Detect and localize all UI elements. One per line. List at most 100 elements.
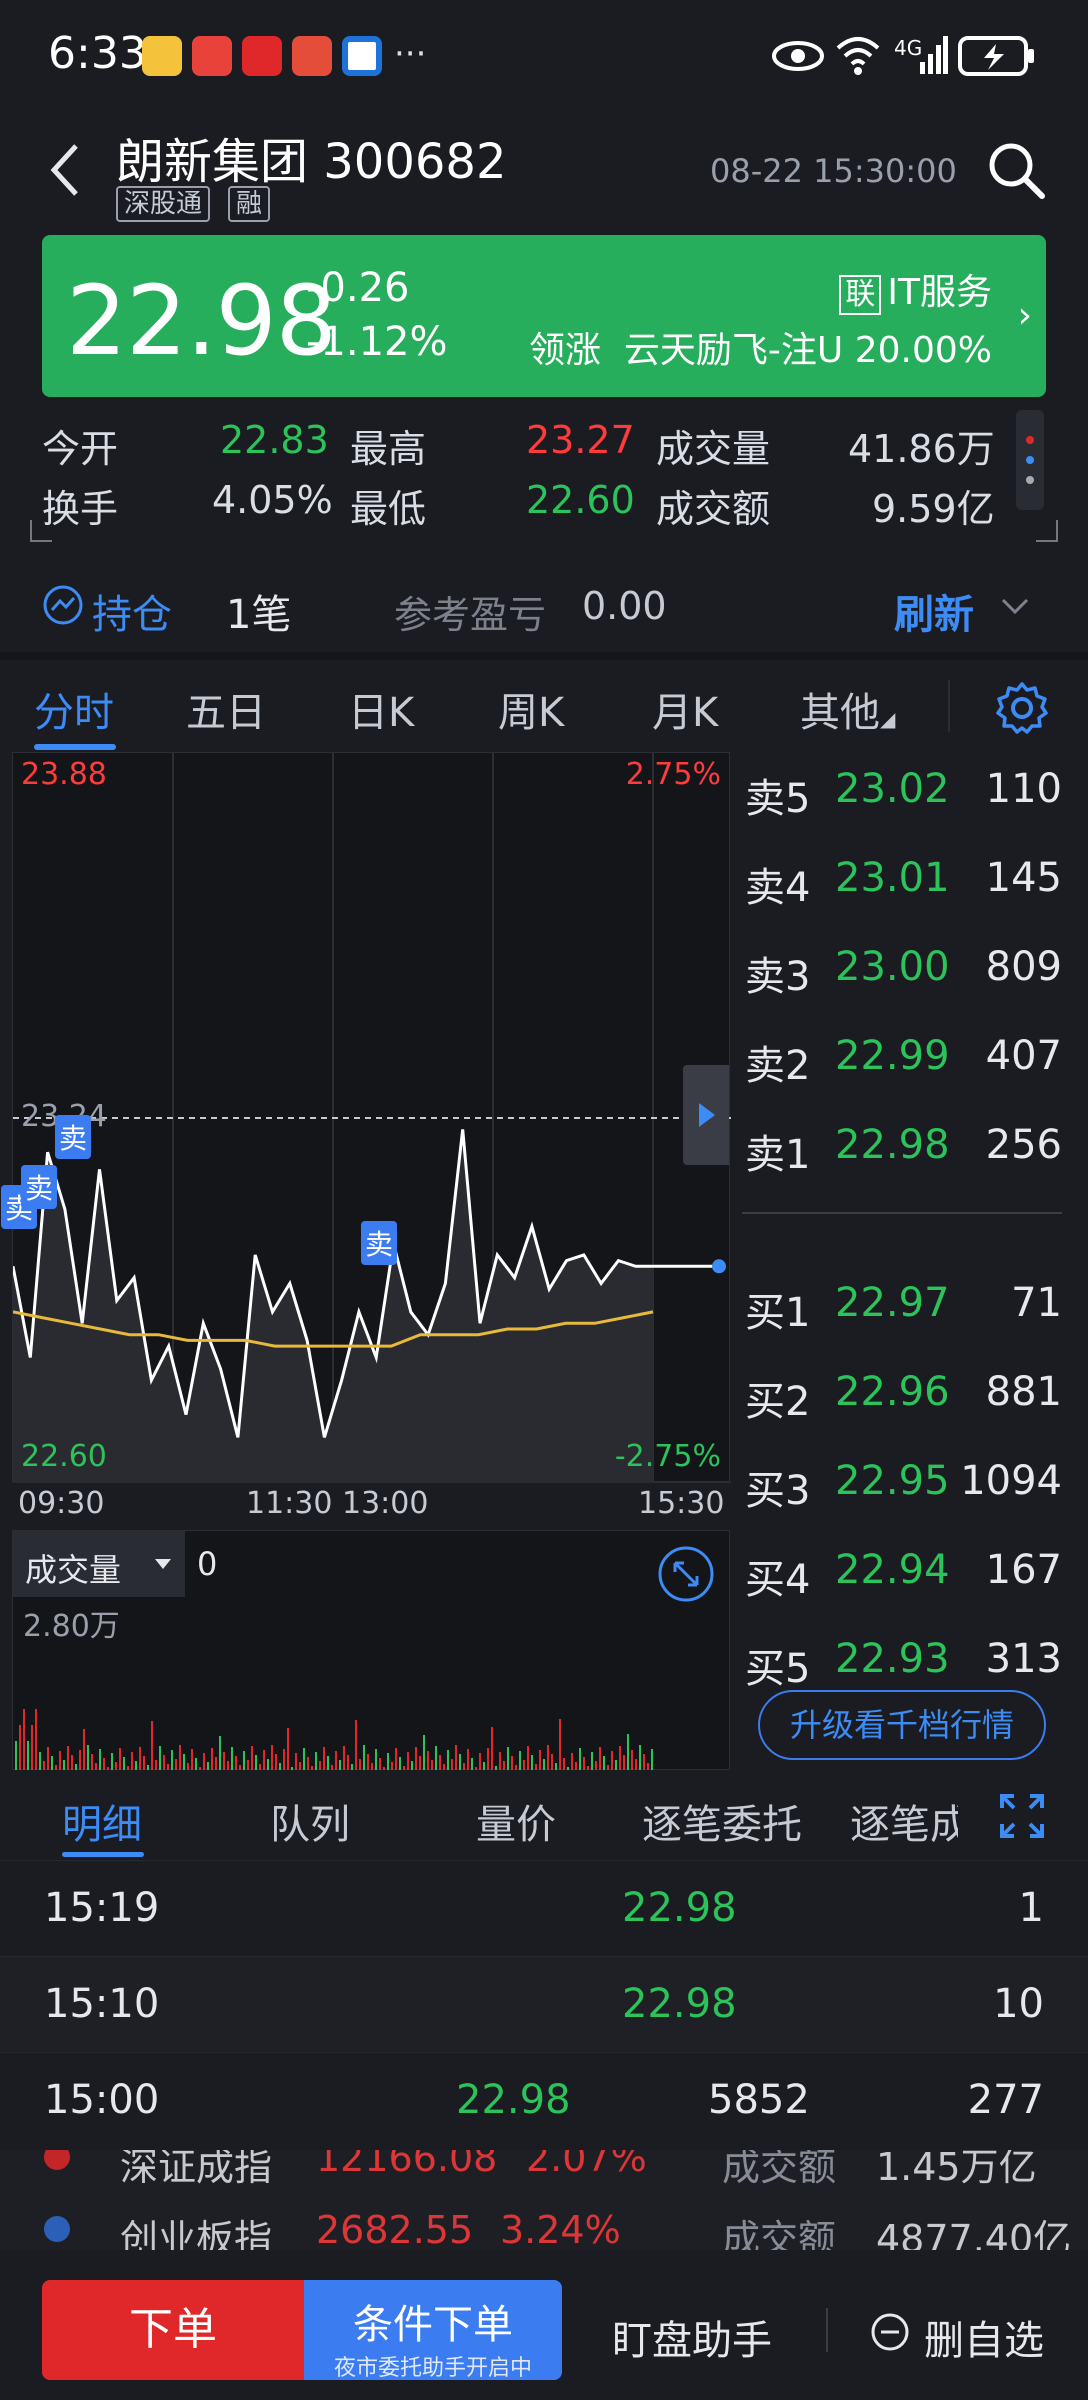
sector-link[interactable]: 联 IT服务 <box>839 263 992 315</box>
tab-tick-orders[interactable]: 逐笔委托 <box>642 1792 802 1850</box>
detail-tabs: 明细 队列 量价 逐笔委托 逐笔成 <box>0 1770 1088 1860</box>
index-row: 创业板指 2682.55 3.24% 成交额 4877.40亿 <box>0 2200 1088 2250</box>
index-icon <box>44 2150 70 2170</box>
tab-intraday[interactable]: 分时 <box>34 680 114 738</box>
pnl-label: 参考盈亏 <box>394 593 547 637</box>
trade-row: 15:10 22.98 10 <box>0 1956 1088 2052</box>
volume-value: 41.86万 <box>848 427 995 471</box>
volume-bar <box>455 1745 457 1771</box>
gear-icon[interactable] <box>994 680 1050 736</box>
ask-row[interactable]: 卖4 23.01 145 <box>0 855 1088 915</box>
tab-queue[interactable]: 队列 <box>270 1792 350 1850</box>
chevron-down-icon[interactable] <box>1000 596 1030 616</box>
expand-stats-button[interactable] <box>1036 520 1058 542</box>
upgrade-orderbook-button[interactable]: 升级看千档行情 <box>758 1690 1046 1760</box>
volume-bar <box>19 1725 21 1771</box>
tab-tick-trades[interactable]: 逐笔成 <box>850 1792 958 1850</box>
fullscreen-icon[interactable] <box>998 1792 1046 1840</box>
volume-bar <box>323 1747 325 1771</box>
sell-marker[interactable]: 卖 <box>361 1221 398 1265</box>
low-label: 最低 <box>350 487 427 531</box>
video-app-icon <box>242 36 282 76</box>
tab-weekly-k[interactable]: 周K <box>498 680 564 738</box>
bid-row[interactable]: 买1 22.97 71 <box>0 1280 1088 1340</box>
volume-bar <box>427 1751 429 1771</box>
chevron-right-icon[interactable]: › <box>1018 295 1032 336</box>
place-order-button[interactable]: 下单 <box>42 2280 304 2380</box>
bid-row[interactable]: 买3 22.95 1094 <box>0 1458 1088 1518</box>
volume-bar <box>59 1751 61 1771</box>
volume-bar <box>539 1750 541 1771</box>
position-row: 持仓 1笔 参考盈亏 0.00 刷新 <box>0 560 1088 652</box>
search-icon[interactable] <box>986 140 1046 200</box>
volume-bar <box>271 1745 273 1771</box>
volume-bar <box>479 1753 481 1771</box>
battery-icon <box>958 36 1034 76</box>
volume-bar <box>491 1727 493 1771</box>
bid-row[interactable]: 买5 22.93 313 <box>0 1636 1088 1696</box>
tab-five-day[interactable]: 五日 <box>186 680 266 738</box>
volume-bar <box>263 1750 265 1771</box>
level-price: 22.93 <box>835 1636 950 1682</box>
bottom-action-bar: 下单 条件下单 夜市委托助手开启中 盯盘助手 删自选 <box>0 2250 1088 2400</box>
volume-bar <box>375 1749 377 1771</box>
ask-row[interactable]: 卖3 23.00 809 <box>0 944 1088 1004</box>
holdings-link[interactable]: 持仓 <box>92 582 172 640</box>
bank-app-icon <box>342 36 382 76</box>
active-tab-indicator <box>34 744 116 750</box>
tab-volume-price[interactable]: 量价 <box>476 1792 556 1850</box>
ask-row[interactable]: 卖2 22.99 407 <box>0 1033 1088 1093</box>
tab-daily-k[interactable]: 日K <box>348 680 414 738</box>
volume-bar <box>119 1748 121 1771</box>
volume-bar <box>591 1752 593 1771</box>
open-label: 今开 <box>42 427 119 471</box>
volume-bar <box>27 1741 29 1771</box>
volume-bar <box>499 1752 501 1771</box>
conditional-order-button[interactable]: 条件下单 夜市委托助手开启中 <box>304 2280 562 2381</box>
index-ticker[interactable]: 深证成指 12166.08 2.07% 成交额 1.45万亿 创业板指 2682… <box>0 2150 1088 2250</box>
level-price: 22.95 <box>835 1458 950 1504</box>
level-price: 22.98 <box>835 1122 950 1168</box>
conditional-order-label: 条件下单 <box>353 2302 513 2348</box>
volume-bar <box>571 1753 573 1771</box>
volume-bar <box>327 1756 329 1771</box>
bid-row[interactable]: 买4 22.94 167 <box>0 1547 1088 1607</box>
tab-monthly-k[interactable]: 月K <box>652 680 718 738</box>
status-bar: 6:33 ··· 4G <box>0 0 1088 110</box>
tab-detail[interactable]: 明细 <box>62 1792 142 1850</box>
volume-bar <box>295 1753 297 1771</box>
volume-bar <box>151 1721 153 1771</box>
volume-bar <box>51 1756 53 1771</box>
volume-bar <box>459 1754 461 1771</box>
volume-bar <box>303 1748 305 1771</box>
level-label: 卖4 <box>745 865 811 911</box>
volume-bar <box>31 1725 33 1771</box>
volume-bar <box>367 1754 369 1771</box>
volume-bar <box>467 1749 469 1771</box>
remove-watchlist-button[interactable]: 删自选 <box>924 2308 1044 2366</box>
ask-row[interactable]: 卖1 22.98 256 <box>0 1122 1088 1182</box>
more-stats-button[interactable] <box>1016 410 1044 510</box>
sector-name: IT服务 <box>887 272 992 313</box>
volume-bar <box>15 1741 17 1771</box>
tab-other[interactable]: 其他◢ <box>800 680 895 738</box>
bid-row[interactable]: 买2 22.96 881 <box>0 1369 1088 1429</box>
volume-bar <box>347 1755 349 1771</box>
level-price: 22.94 <box>835 1547 950 1593</box>
level-label: 卖3 <box>745 954 811 1000</box>
high-value: 23.27 <box>526 418 635 462</box>
volume-bar <box>651 1749 653 1771</box>
volume-bar <box>211 1748 213 1771</box>
monitor-assistant-button[interactable]: 盯盘助手 <box>612 2308 772 2366</box>
level-volume: 167 <box>985 1547 1062 1593</box>
volume-bar <box>287 1728 289 1771</box>
volume-label: 成交量 <box>656 427 771 471</box>
ask-row[interactable]: 卖5 23.02 110 <box>0 766 1088 826</box>
refresh-button[interactable]: 刷新 <box>894 582 974 640</box>
tag-margin: 融 <box>228 186 271 222</box>
trade-row: 15:19 22.98 1 <box>0 1860 1088 1956</box>
level-label: 卖5 <box>745 776 811 822</box>
volume-bar <box>579 1748 581 1771</box>
volume-bar <box>643 1754 645 1771</box>
back-button[interactable] <box>42 140 86 200</box>
